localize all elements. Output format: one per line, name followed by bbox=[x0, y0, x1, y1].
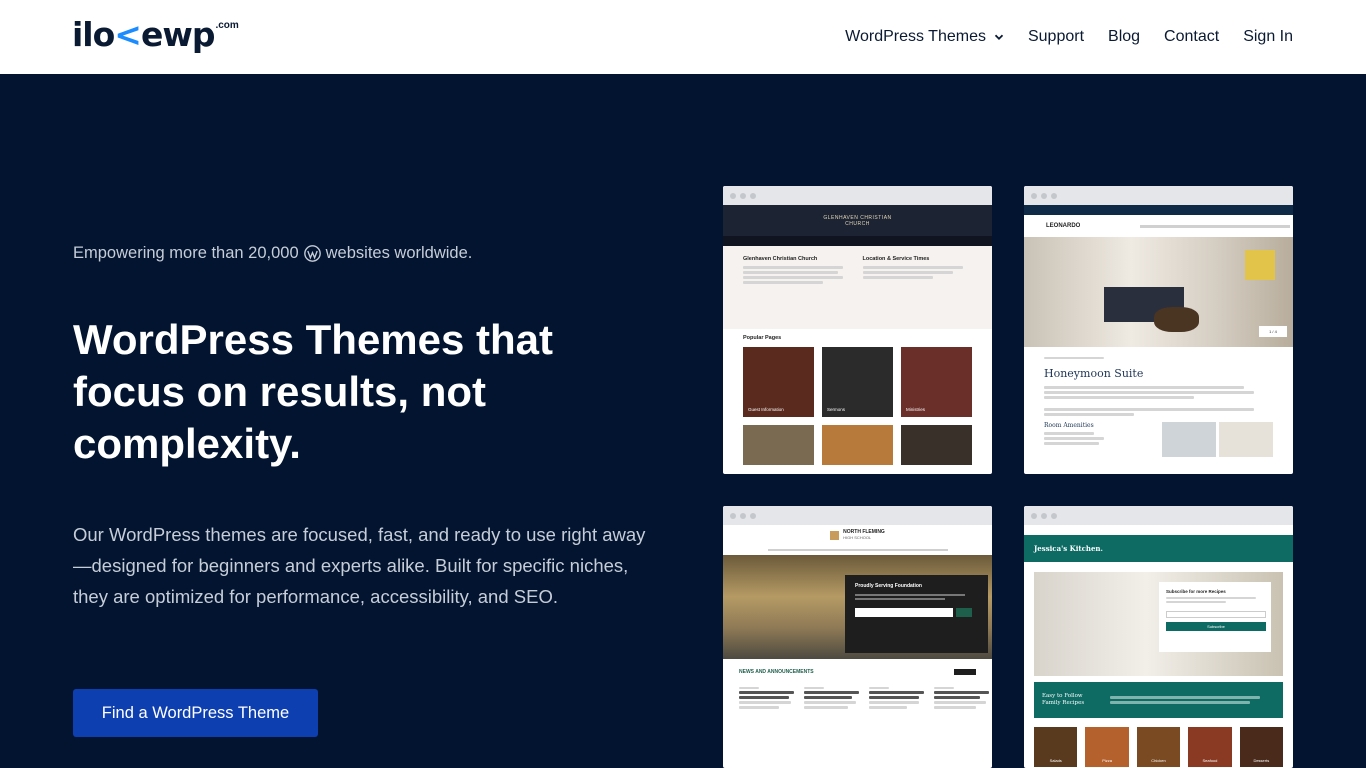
church-photo bbox=[822, 425, 893, 465]
kitchen-subscribe-button[interactable]: Subscribe bbox=[1166, 622, 1266, 631]
tagline-text: websites worldwide. bbox=[325, 244, 473, 262]
kitchen-category[interactable]: Desserts bbox=[1239, 727, 1284, 767]
church-popular: Popular Pages Guest Information Sermons … bbox=[723, 329, 992, 465]
hotel-room-title: Honeymoon Suite bbox=[1044, 367, 1144, 380]
theme-preview-kitchen[interactable]: Jessica's Kitchen. Subscribe for more Re… bbox=[1024, 506, 1293, 768]
school-news: NEWS AND ANNOUNCEMENTS bbox=[723, 659, 992, 721]
main-nav: WordPress Themes Support Blog Contact Si… bbox=[845, 0, 1293, 74]
school-hero-panel: Proudly Serving Foundation bbox=[845, 575, 988, 653]
church-col2-title: Location & Service Times bbox=[862, 256, 930, 262]
hotel-room-photo bbox=[1161, 422, 1216, 457]
kitchen-category[interactable]: Salads bbox=[1034, 727, 1078, 767]
hotel-topbar bbox=[1024, 205, 1293, 215]
church-section-title: Popular Pages bbox=[743, 335, 782, 341]
nav-label: WordPress Themes bbox=[845, 28, 986, 45]
hero-tagline: Empowering more than 20,000 websites wor… bbox=[73, 244, 472, 263]
hotel-section-title: Room Amenities bbox=[1044, 422, 1094, 429]
kitchen-category[interactable]: Chicken bbox=[1136, 727, 1181, 767]
church-site-name: GLENHAVEN CHRISTIAN CHURCH bbox=[823, 214, 892, 227]
kitchen-category[interactable]: Pizza bbox=[1085, 727, 1129, 767]
category-label: Chicken bbox=[1151, 758, 1166, 763]
church-tile[interactable]: Guest Information bbox=[743, 347, 814, 417]
tile-label: Guest Information bbox=[748, 407, 784, 412]
hotel-brand: LEONARDO bbox=[1046, 223, 1081, 229]
church-tile[interactable]: Sermons bbox=[822, 347, 893, 417]
school-submit-button[interactable] bbox=[956, 608, 972, 617]
hero-headline: WordPress Themes that focus on results, … bbox=[73, 316, 554, 467]
school-view-all-button[interactable] bbox=[954, 669, 976, 675]
kitchen-subscribe-title: Subscribe for more Recipes bbox=[1166, 589, 1226, 594]
browser-bar bbox=[1024, 186, 1293, 205]
tile-label: Sermons bbox=[827, 407, 846, 412]
school-hero-photo: Proudly Serving Foundation bbox=[723, 555, 992, 659]
church-photo bbox=[901, 425, 972, 465]
church-header: GLENHAVEN CHRISTIAN CHURCH bbox=[723, 205, 992, 236]
category-label: Seafood bbox=[1202, 758, 1218, 763]
browser-bar bbox=[723, 186, 992, 205]
nav-blog[interactable]: Blog bbox=[1108, 28, 1140, 46]
kitchen-content: Subscribe for more Recipes Subscribe Eas… bbox=[1024, 562, 1293, 768]
hotel-header: LEONARDO bbox=[1024, 215, 1293, 237]
hotel-hero-photo: 1 / 4 bbox=[1024, 237, 1293, 347]
tagline-text: Empowering more than 20,000 bbox=[73, 244, 299, 262]
nav-support[interactable]: Support bbox=[1028, 28, 1084, 46]
school-brand-sub: HIGH SCHOOL bbox=[843, 535, 872, 540]
school-nav bbox=[723, 545, 992, 555]
kitchen-header: Jessica's Kitchen. bbox=[1024, 535, 1293, 562]
wordpress-icon bbox=[303, 245, 321, 262]
kitchen-hero-photo: Subscribe for more Recipes Subscribe bbox=[1034, 572, 1283, 676]
kitchen-banner: Easy to Follow Family Recipes bbox=[1034, 682, 1283, 718]
tile-label: Ministries bbox=[906, 407, 926, 412]
church-intro: Glenhaven Christian Church Location & Se… bbox=[723, 246, 992, 329]
chevron-down-icon bbox=[994, 34, 1004, 40]
nav-sign-in[interactable]: Sign In bbox=[1243, 28, 1293, 46]
kitchen-topbar bbox=[1024, 525, 1293, 535]
kitchen-email-input[interactable] bbox=[1166, 611, 1266, 618]
browser-bar bbox=[1024, 506, 1293, 525]
find-theme-button[interactable]: Find a WordPress Theme bbox=[73, 689, 318, 737]
school-panel-title: Proudly Serving Foundation bbox=[855, 583, 922, 589]
church-nav bbox=[723, 236, 992, 246]
logo-wordmark: ilo<ewp bbox=[72, 15, 215, 54]
kitchen-subscribe-box: Subscribe for more Recipes Subscribe bbox=[1159, 582, 1271, 652]
hero-description: Our WordPress themes are focused, fast, … bbox=[73, 524, 646, 607]
hotel-slider-control[interactable]: 1 / 4 bbox=[1259, 326, 1287, 337]
kitchen-banner-text: Easy to Follow Family Recipes bbox=[1042, 693, 1085, 706]
hotel-rug bbox=[1154, 307, 1199, 332]
slider-counter: 1 / 4 bbox=[1269, 329, 1277, 334]
kitchen-category[interactable]: Seafood bbox=[1188, 727, 1232, 767]
site-logo[interactable]: ilo<ewp .com bbox=[72, 17, 239, 57]
category-label: Pizza bbox=[1102, 758, 1112, 763]
category-label: Desserts bbox=[1253, 758, 1270, 763]
hotel-content: Honeymoon Suite Room Amenities bbox=[1024, 347, 1293, 465]
hotel-room-photo bbox=[1218, 422, 1273, 457]
kitchen-brand: Jessica's Kitchen. bbox=[1034, 544, 1103, 553]
school-news-title: NEWS AND ANNOUNCEMENTS bbox=[739, 669, 814, 675]
site-header: ilo<ewp .com WordPress Themes Support Bl… bbox=[0, 0, 1366, 74]
theme-preview-hotel[interactable]: LEONARDO 1 / 4 Honeymoon Suite Room Amen… bbox=[1024, 186, 1293, 474]
church-tile[interactable]: Ministries bbox=[901, 347, 972, 417]
nav-wordpress-themes[interactable]: WordPress Themes bbox=[845, 28, 1004, 46]
nav-contact[interactable]: Contact bbox=[1164, 28, 1219, 46]
church-photo bbox=[743, 425, 814, 465]
school-header: NORTH FLEMING HIGH SCHOOL bbox=[723, 525, 992, 545]
theme-preview-school[interactable]: NORTH FLEMING HIGH SCHOOL Proudly Servin… bbox=[723, 506, 992, 768]
logo-tld: .com bbox=[215, 20, 239, 31]
school-email-input[interactable] bbox=[855, 608, 953, 617]
hotel-art bbox=[1245, 250, 1275, 280]
subscribe-label: Subscribe bbox=[1207, 624, 1225, 629]
kitchen-categories: Salads Pizza Chicken Seafood Desserts bbox=[1034, 727, 1284, 767]
theme-preview-church[interactable]: GLENHAVEN CHRISTIAN CHURCH Glenhaven Chr… bbox=[723, 186, 992, 474]
category-label: Salads bbox=[1049, 758, 1062, 763]
browser-bar bbox=[723, 506, 992, 525]
church-col1-title: Glenhaven Christian Church bbox=[743, 256, 818, 262]
